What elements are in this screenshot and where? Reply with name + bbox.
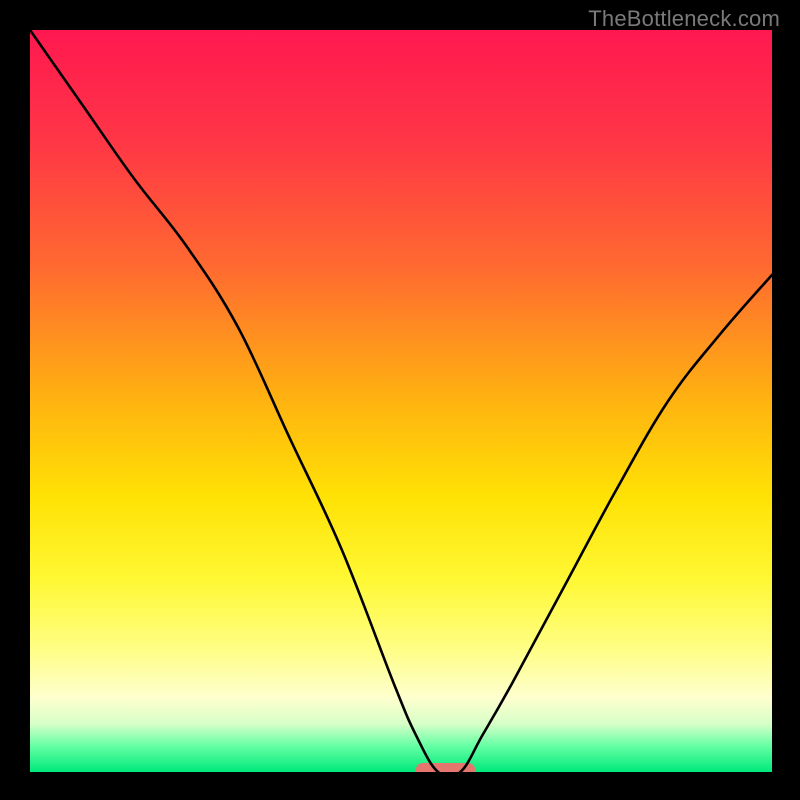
watermark-text: TheBottleneck.com bbox=[588, 6, 780, 32]
bottleneck-chart-svg bbox=[30, 30, 772, 772]
plot-area bbox=[30, 30, 772, 772]
gradient-background bbox=[30, 30, 772, 772]
chart-container: TheBottleneck.com bbox=[0, 0, 800, 800]
